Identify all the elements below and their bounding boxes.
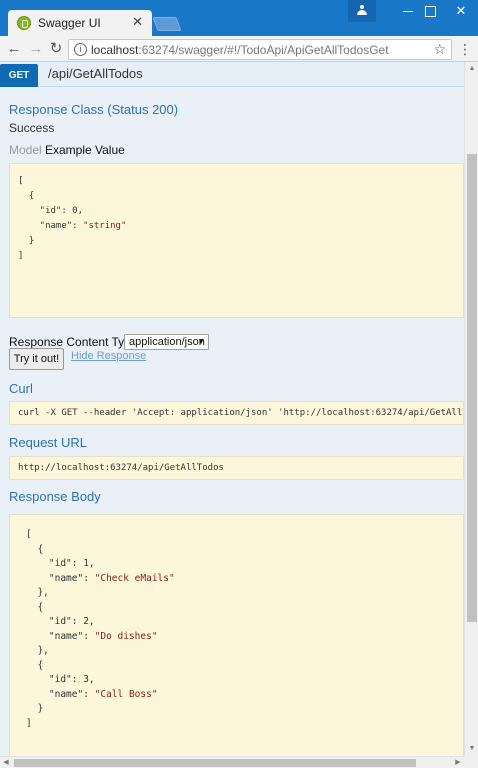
response-line: { — [26, 659, 44, 671]
new-tab-button[interactable] — [152, 17, 182, 31]
try-it-out-button[interactable]: Try it out! — [9, 348, 64, 370]
curl-command-box[interactable]: curl -X GET --header 'Accept: applicatio… — [9, 401, 464, 425]
scroll-right-icon[interactable]: ▶ — [452, 757, 464, 768]
response-line: "name": "Do dishes" — [26, 630, 158, 642]
url-path: :63274/swagger/#!/TodoApi/ApiGetAllTodos… — [138, 43, 389, 57]
request-url-heading: Request URL — [9, 435, 88, 450]
scroll-up-icon[interactable]: ▲ — [465, 62, 478, 76]
response-status-text: Success — [9, 121, 55, 135]
address-bar[interactable]: i localhost:63274/swagger/#!/TodoApi/Api… — [68, 39, 452, 60]
response-line: { — [26, 543, 44, 555]
response-line: ] — [26, 717, 32, 729]
info-icon[interactable]: i — [74, 43, 87, 56]
tab-title: Swagger UI — [38, 16, 101, 30]
scroll-down-icon[interactable]: ▼ — [465, 742, 478, 756]
close-window-button[interactable]: ✕ — [444, 0, 478, 22]
response-line: { — [26, 601, 44, 613]
response-content-type-select[interactable]: application/json ▼ — [124, 334, 209, 350]
vertical-scroll-thumb[interactable] — [467, 154, 477, 622]
operation-header[interactable]: GET /api/GetAllTodos — [0, 62, 464, 87]
browser-toolbar: ← → ↻ i localhost:63274/swagger/#!/TodoA… — [0, 36, 478, 62]
menu-icon[interactable]: ⋮ — [458, 39, 472, 59]
response-line: [ — [26, 529, 32, 540]
request-url-value: http://localhost:63274/api/GetAllTodos — [18, 463, 224, 473]
example-line: "id": 0, — [18, 206, 84, 216]
response-class-heading: Response Class (Status 200) — [9, 102, 179, 117]
example-line: [ — [18, 176, 24, 186]
maximize-button[interactable] — [413, 0, 447, 22]
reload-icon[interactable]: ↻ — [46, 39, 66, 59]
response-content-type-label: Response Content Type — [9, 335, 138, 349]
curl-heading: Curl — [9, 381, 33, 396]
swagger-favicon-icon — [17, 16, 31, 30]
response-line: "name": "Call Boss" — [26, 688, 158, 700]
example-line: { — [18, 191, 35, 201]
bookmark-star-icon[interactable]: ☆ — [433, 41, 446, 58]
response-line: "id": 1, — [26, 558, 95, 569]
window-title-bar: Swagger UI ✕ ✕ — [0, 0, 478, 36]
example-line: "name": "string" — [18, 221, 127, 231]
scrollbar-corner — [464, 756, 478, 768]
user-icon — [357, 5, 367, 16]
request-url-box[interactable]: http://localhost:63274/api/GetAllTodos — [9, 456, 464, 480]
back-icon[interactable]: ← — [4, 39, 24, 59]
response-line: }, — [26, 645, 49, 656]
tab-close-icon[interactable]: ✕ — [132, 14, 143, 30]
vertical-scrollbar[interactable]: ▲ ▼ — [464, 62, 478, 756]
http-method-badge[interactable]: GET — [0, 64, 38, 87]
hide-response-link[interactable]: Hide Response — [71, 350, 146, 362]
response-body-box[interactable]: [ { "id": 1, "name": "Check eMails" }, {… — [9, 514, 464, 756]
url-host: localhost — [91, 43, 139, 57]
response-line: "id": 2, — [26, 616, 95, 627]
response-line: } — [26, 703, 44, 714]
tab-model[interactable]: Model — [9, 143, 42, 157]
response-line: }, — [26, 587, 49, 598]
example-line: } — [18, 236, 35, 246]
response-body-heading: Response Body — [9, 489, 101, 504]
horizontal-scrollbar[interactable]: ◀ ▶ — [0, 756, 464, 768]
user-profile-button[interactable] — [348, 0, 376, 22]
chevron-down-icon: ▼ — [197, 337, 205, 346]
curl-command: curl -X GET --header 'Accept: applicatio… — [18, 408, 464, 418]
page-content: GET /api/GetAllTodos Response Class (Sta… — [0, 62, 464, 756]
browser-tab[interactable]: Swagger UI ✕ — [8, 10, 152, 36]
operation-path[interactable]: /api/GetAllTodos — [48, 66, 143, 81]
url-text[interactable]: localhost:63274/swagger/#!/TodoApi/ApiGe… — [91, 43, 389, 57]
example-line: ] — [18, 251, 24, 261]
response-line: "name": "Check eMails" — [26, 572, 175, 584]
horizontal-scroll-thumb[interactable] — [14, 759, 416, 767]
scroll-left-icon[interactable]: ◀ — [0, 757, 12, 768]
response-line: "id": 3, — [26, 674, 95, 685]
forward-icon[interactable]: → — [26, 39, 46, 59]
content-type-value: application/json — [129, 336, 205, 348]
tab-example-value[interactable]: Example Value — [45, 143, 125, 157]
example-value-box[interactable]: [ { "id": 0, "name": "string" } ] — [9, 163, 464, 318]
